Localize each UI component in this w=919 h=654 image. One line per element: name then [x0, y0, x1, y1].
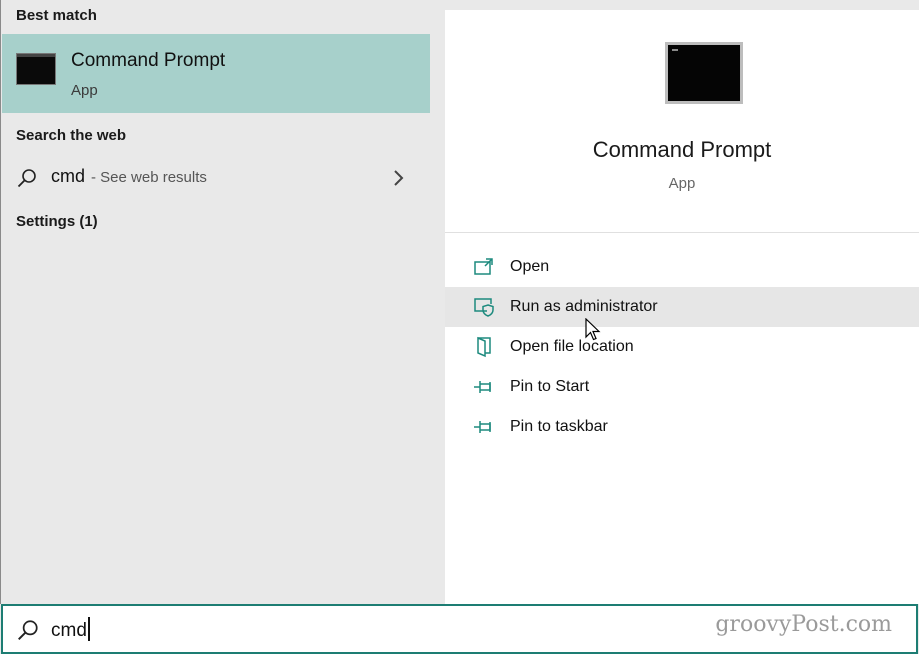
- command-prompt-icon: [16, 53, 56, 85]
- web-results-hint: - See web results: [91, 169, 207, 186]
- results-pane: Best match Command Prompt App Search the…: [0, 0, 431, 604]
- best-match-heading: Best match: [16, 7, 97, 24]
- preview-pane: Command Prompt App Open Run as administr…: [445, 10, 919, 604]
- web-search-result[interactable]: cmd - See web results: [2, 158, 431, 198]
- pin-to-taskbar-label: Pin to taskbar: [510, 418, 608, 435]
- preview-title: Command Prompt: [592, 137, 772, 162]
- pin-to-taskbar-action[interactable]: Pin to taskbar: [445, 407, 919, 447]
- search-input[interactable]: cmd: [51, 617, 90, 642]
- run-as-administrator-label: Run as administrator: [510, 298, 658, 315]
- pin-icon: [474, 381, 491, 393]
- preview-divider: [445, 232, 919, 233]
- chevron-right-icon[interactable]: [392, 168, 406, 188]
- file-location-icon: [477, 336, 491, 358]
- open-action[interactable]: Open: [445, 247, 919, 287]
- best-match-subtitle: App: [71, 82, 98, 99]
- pin-icon: [474, 421, 491, 433]
- open-label: Open: [510, 258, 550, 275]
- watermark: groovyPost.com: [715, 612, 892, 637]
- shield-admin-icon: [474, 298, 494, 317]
- search-icon: [17, 169, 36, 188]
- text-caret: [87, 617, 90, 641]
- search-bar[interactable]: cmd groovyPost.com: [1, 604, 918, 654]
- open-window-icon: [474, 258, 493, 275]
- run-as-administrator-action[interactable]: Run as administrator: [445, 287, 919, 327]
- pin-to-start-action[interactable]: Pin to Start: [445, 367, 919, 407]
- open-file-location-label: Open file location: [510, 338, 634, 355]
- web-search-query: cmd - See web results: [51, 166, 207, 187]
- open-file-location-action[interactable]: Open file location: [445, 327, 919, 367]
- search-input-value: cmd: [51, 620, 87, 641]
- settings-heading[interactable]: Settings (1): [16, 213, 98, 230]
- pin-to-start-label: Pin to Start: [510, 378, 590, 395]
- search-web-heading: Search the web: [16, 127, 127, 144]
- search-icon: [18, 620, 38, 640]
- best-match-title: Command Prompt: [71, 50, 226, 71]
- best-match-command-prompt[interactable]: Command Prompt App: [2, 34, 431, 113]
- preview-subtitle: App: [668, 175, 696, 192]
- mouse-pointer-icon: [585, 318, 601, 341]
- web-query-text: cmd: [51, 166, 86, 186]
- command-prompt-large-icon: [665, 42, 743, 104]
